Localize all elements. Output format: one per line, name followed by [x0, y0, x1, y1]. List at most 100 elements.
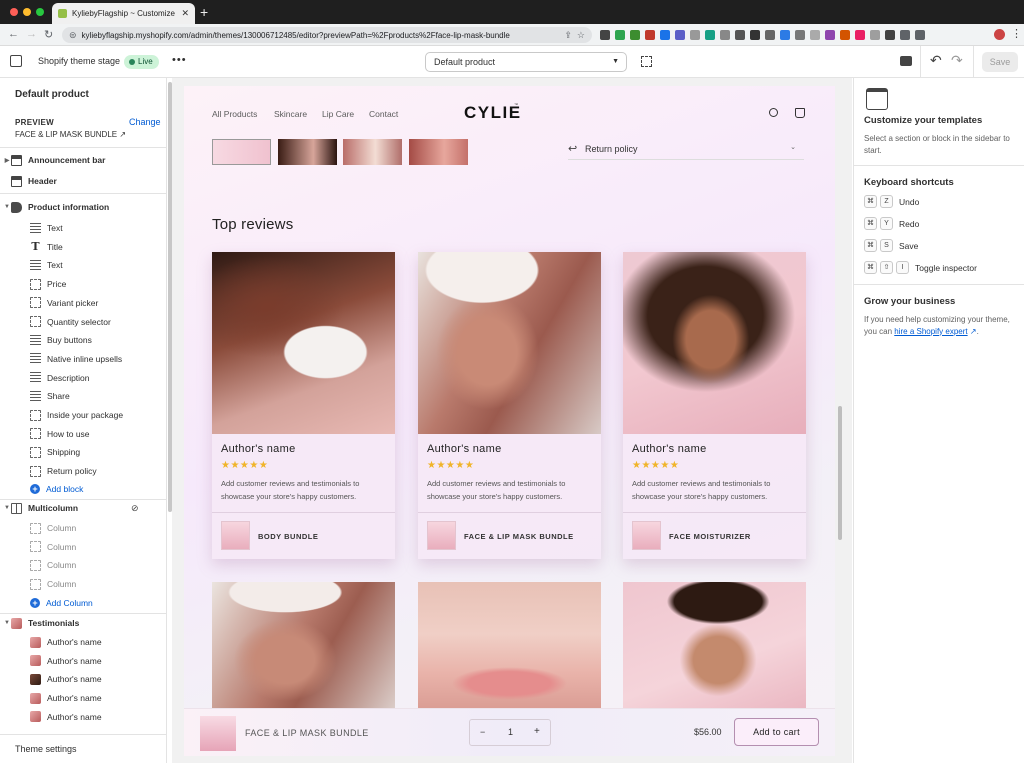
eye-slash-icon[interactable]: ⊘: [131, 503, 139, 514]
block-item[interactable]: Quantity selector: [0, 313, 160, 331]
extension-icon[interactable]: [600, 30, 610, 40]
extension-icon[interactable]: [645, 30, 655, 40]
chevron-down-icon[interactable]: ▼: [3, 204, 11, 210]
block-item[interactable]: T Title: [0, 238, 160, 256]
product-thumbnail[interactable]: [278, 139, 337, 165]
section-header[interactable]: Header: [0, 172, 160, 190]
zoom-window-button[interactable]: [36, 8, 44, 16]
search-icon[interactable]: [769, 108, 778, 117]
close-tab-icon[interactable]: ✕: [181, 8, 189, 19]
extension-icon[interactable]: [630, 30, 640, 40]
extension-icon[interactable]: [660, 30, 670, 40]
block-item[interactable]: Return policy: [0, 462, 160, 480]
section-product-information[interactable]: ▼ Product information: [0, 198, 160, 216]
block-item[interactable]: Text: [0, 256, 160, 274]
testimonial-item[interactable]: Author's name: [0, 708, 160, 726]
extension-icon[interactable]: [885, 30, 895, 40]
add-column-button[interactable]: + Add Column: [0, 594, 160, 612]
template-selector[interactable]: Default product ▼: [425, 52, 627, 72]
column-item[interactable]: Column: [0, 556, 160, 574]
nav-link-skincare[interactable]: Skincare: [274, 109, 307, 119]
review-product-link[interactable]: FACE MOISTURIZER: [669, 532, 751, 541]
share-icon[interactable]: ⇪: [564, 30, 572, 41]
site-info-icon[interactable]: ⊜: [69, 30, 77, 41]
block-item[interactable]: Shipping: [0, 443, 160, 461]
section-announcement-bar[interactable]: ▶ Announcement bar: [0, 151, 160, 169]
browser-tab[interactable]: KyliebyFlagship ~ Customize Sh... ✕: [52, 3, 195, 24]
minimize-window-button[interactable]: [23, 8, 31, 16]
save-button[interactable]: Save: [982, 52, 1018, 72]
column-item[interactable]: Column: [0, 538, 160, 556]
testimonial-item[interactable]: Author's name: [0, 652, 160, 670]
store-logo[interactable]: CYLIE: [464, 103, 522, 123]
sidepanel-icon[interactable]: [915, 30, 925, 40]
extension-icon[interactable]: [840, 30, 850, 40]
quantity-input[interactable]: 1: [508, 727, 513, 737]
cart-icon[interactable]: [795, 108, 805, 118]
block-item[interactable]: Text: [0, 219, 160, 237]
extension-icon[interactable]: [780, 30, 790, 40]
block-item[interactable]: Variant picker: [0, 294, 160, 312]
testimonial-item[interactable]: Author's name: [0, 633, 160, 651]
extension-icon[interactable]: [855, 30, 865, 40]
column-item[interactable]: Column: [0, 519, 160, 537]
theme-settings-button[interactable]: Theme settings: [15, 744, 77, 754]
return-policy-accordion[interactable]: ↩ Return policy ⌄: [568, 137, 804, 160]
extension-icon[interactable]: [795, 30, 805, 40]
puzzle-extensions-icon[interactable]: [900, 30, 910, 40]
extension-icon[interactable]: [705, 30, 715, 40]
extension-icon[interactable]: [825, 30, 835, 40]
chevron-right-icon[interactable]: ▶: [3, 157, 11, 164]
product-thumbnail[interactable]: [409, 139, 468, 165]
extension-icon[interactable]: [765, 30, 775, 40]
profile-avatar[interactable]: [994, 29, 1005, 40]
preview-product-link[interactable]: FACE & LIP MASK BUNDLE ↗: [15, 130, 126, 139]
forward-arrow-icon[interactable]: →: [26, 28, 37, 40]
extension-icon[interactable]: [735, 30, 745, 40]
testimonial-item[interactable]: Author's name: [0, 670, 160, 688]
quantity-increase-button[interactable]: +: [534, 726, 540, 737]
block-item[interactable]: Buy buttons: [0, 331, 160, 349]
testimonial-item[interactable]: Author's name: [0, 689, 160, 707]
nav-link-lip-care[interactable]: Lip Care: [322, 109, 354, 119]
product-thumbnail[interactable]: [212, 139, 271, 165]
block-item[interactable]: How to use: [0, 425, 160, 443]
block-item[interactable]: Price: [0, 275, 160, 293]
extension-icon[interactable]: [720, 30, 730, 40]
review-product-link[interactable]: FACE & LIP MASK BUNDLE: [464, 532, 574, 541]
product-image[interactable]: [221, 521, 250, 550]
address-bar[interactable]: ⊜ kyliebyflagship.myshopify.com/admin/th…: [62, 27, 592, 43]
desktop-preview-icon[interactable]: [900, 56, 912, 66]
more-actions-button[interactable]: •••: [172, 54, 187, 66]
block-item[interactable]: Description: [0, 369, 160, 387]
undo-icon[interactable]: ↶: [930, 52, 942, 69]
close-window-button[interactable]: [10, 8, 18, 16]
bookmark-star-icon[interactable]: ☆: [577, 30, 585, 41]
redo-icon[interactable]: ↷: [951, 52, 963, 69]
new-tab-button[interactable]: +: [200, 5, 208, 19]
add-to-cart-button[interactable]: Add to cart: [734, 718, 819, 746]
exit-editor-icon[interactable]: [10, 55, 22, 67]
review-product-link[interactable]: BODY BUNDLE: [258, 532, 318, 541]
nav-link-all-products[interactable]: All Products: [212, 109, 257, 119]
chevron-down-icon[interactable]: ▼: [3, 505, 11, 511]
extension-icon[interactable]: [675, 30, 685, 40]
product-image[interactable]: [632, 521, 661, 550]
section-testimonials[interactable]: ▼ Testimonials: [0, 614, 160, 632]
chevron-down-icon[interactable]: ▼: [3, 620, 11, 626]
extension-icon[interactable]: [690, 30, 700, 40]
block-item[interactable]: Share: [0, 387, 160, 405]
back-arrow-icon[interactable]: ←: [8, 28, 19, 40]
extension-icon[interactable]: [810, 30, 820, 40]
preview-scrollbar[interactable]: [838, 406, 842, 540]
add-block-button[interactable]: + Add block: [0, 480, 160, 498]
column-item[interactable]: Column: [0, 575, 160, 593]
quantity-decrease-button[interactable]: −: [480, 727, 485, 737]
hire-expert-link[interactable]: hire a Shopify expert: [894, 327, 967, 336]
extension-icon[interactable]: [870, 30, 880, 40]
product-image[interactable]: [427, 521, 456, 550]
reload-icon[interactable]: ↻: [44, 28, 53, 41]
browser-menu-icon[interactable]: ⋮: [1011, 27, 1022, 40]
block-item[interactable]: Inside your package: [0, 406, 160, 424]
extension-icon[interactable]: [615, 30, 625, 40]
